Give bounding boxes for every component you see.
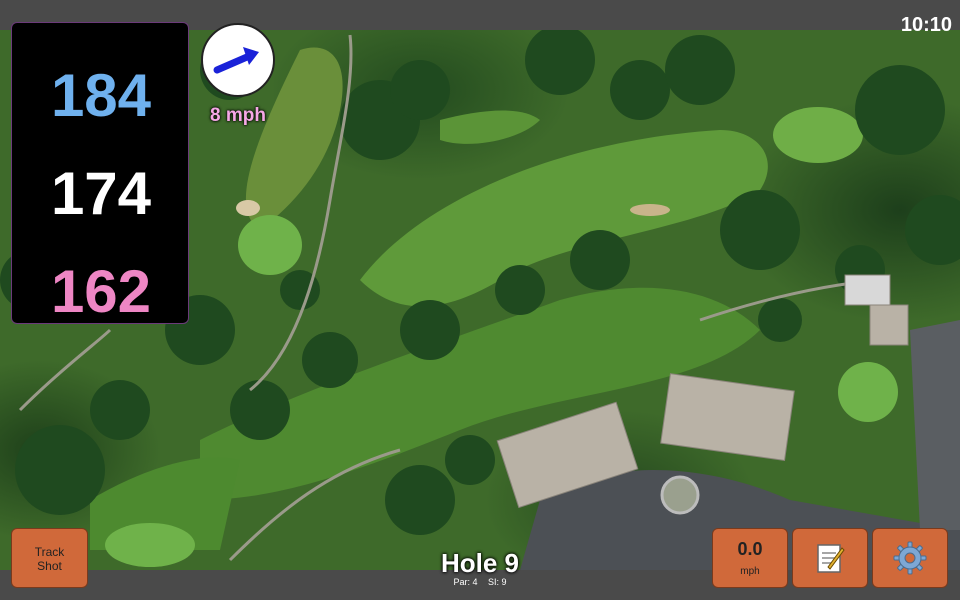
clock: 10:10 [900,14,952,36]
green [838,362,898,422]
fairway [360,130,768,307]
golf-gps-screen: 10:10 184 174 162 8 mph Hole 9 Par: 4 SI… [0,0,960,600]
green [105,523,195,567]
wind-speed: 8 mph [210,105,266,126]
bunker [236,200,260,216]
notepad-icon [817,544,845,573]
bunker [630,204,670,216]
center-distance: 174 [50,160,152,227]
roundabout [660,475,700,515]
back-distance: 184 [50,62,152,129]
front-distance: 162 [50,258,152,325]
track-shot-label-line2: Shot [37,559,62,573]
gear-icon [893,541,927,575]
wind-indicator[interactable] [201,23,275,97]
arrow-icon [213,47,259,74]
speed-button[interactable]: 0.0 mph [712,528,788,588]
hole-info: Par: 4 SI: 9 [380,577,580,587]
parking-lot [910,320,960,530]
distance-panel[interactable]: 184 174 162 [11,22,189,324]
speed-unit: mph [740,566,760,577]
speed-value: 0.0 [737,539,763,559]
track-shot-label-line1: Track [34,545,65,559]
green [773,107,863,163]
track-shot-button[interactable]: Track Shot [11,528,88,588]
notes-button[interactable] [792,528,868,588]
hole-par: Par: 4 [453,577,478,587]
green [238,215,302,275]
hole-stroke-index: SI: 9 [488,577,507,587]
hole-title: Hole 9 [440,548,520,578]
settings-button[interactable] [872,528,948,588]
fairway [440,110,540,144]
